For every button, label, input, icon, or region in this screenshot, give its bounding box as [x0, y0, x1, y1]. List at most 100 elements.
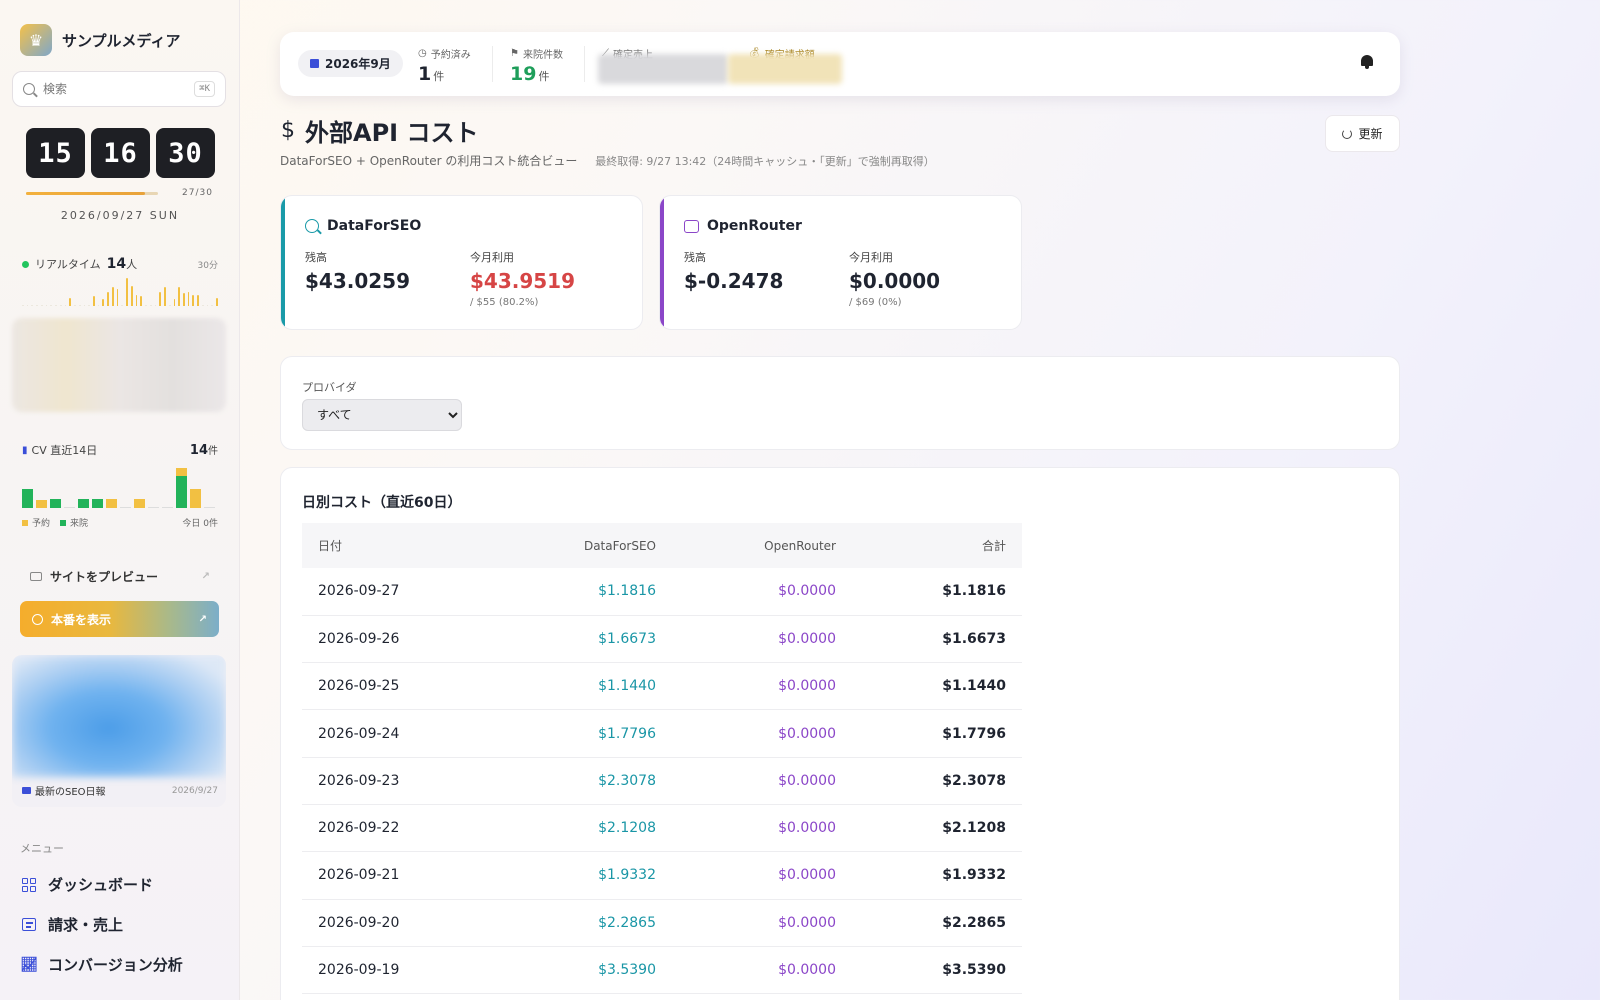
- magnifier-icon: [305, 219, 319, 233]
- calendar-icon: [310, 59, 319, 68]
- provider-card-openrouter: OpenRouter 残高 $-0.2478 今月利用 $0.0000 / $6…: [659, 195, 1022, 330]
- blurred-widget: [12, 318, 226, 412]
- seo-report-thumbnail: [12, 655, 226, 777]
- cv-day-bar: [120, 507, 131, 508]
- table-row: 2026-09-26 $1.6673 $0.0000 $1.6673: [302, 615, 1022, 664]
- site-preview-link[interactable]: サイトをプレビュー ↗: [30, 568, 210, 585]
- realtime-bar: [50, 305, 53, 306]
- dataforseo-cell: $3.5390: [492, 946, 672, 995]
- cv-day-bar: [22, 489, 33, 508]
- realtime-bar: [69, 297, 72, 306]
- seo-report-label: 最新のSEO日報: [35, 787, 106, 798]
- openrouter-cell: $0.0000: [672, 804, 852, 853]
- provider-filter-label: プロバイダ: [302, 381, 357, 394]
- menu-item-dashboard[interactable]: ダッシュボード: [22, 874, 153, 895]
- external-link-icon: ↗: [201, 571, 210, 582]
- cv-stacked-bars: [22, 462, 218, 508]
- col-openrouter[interactable]: OpenRouter: [672, 523, 852, 568]
- flag-icon: ⚑: [510, 48, 519, 59]
- total-cell: $2.1208: [852, 804, 1022, 853]
- cv-visit-segment: [78, 498, 89, 508]
- search-input[interactable]: [43, 82, 187, 96]
- flip-clock: 15 16 30: [26, 128, 215, 178]
- legend-visit-swatch: [60, 519, 67, 526]
- dataforseo-cell: $1.1440: [492, 662, 672, 711]
- clock-hours: 15: [26, 128, 85, 178]
- realtime-bar: [187, 291, 190, 306]
- realtime-window: 30分: [197, 260, 218, 271]
- openrouter-cell: $0.0000: [672, 568, 852, 616]
- page-subtitle-text: DataForSEO + OpenRouter の利用コスト統合ビュー: [280, 154, 578, 168]
- cv-count: 14件: [190, 442, 218, 458]
- menu-item-label: ダッシュボード: [48, 876, 154, 894]
- menu-item-conversion[interactable]: 📈︎ コンバージョン分析: [20, 954, 183, 975]
- seo-report-date: 2026/9/27: [171, 785, 218, 796]
- filter-card: プロバイダ すべて: [280, 356, 1400, 450]
- brand[interactable]: ♛ サンプルメディア: [20, 24, 181, 56]
- provider-filter-select[interactable]: すべて: [302, 399, 462, 431]
- view-production-button[interactable]: 本番を表示 ↗: [20, 601, 219, 637]
- realtime-bar: [173, 299, 176, 306]
- realtime-bar: [107, 291, 109, 306]
- realtime-bar: [206, 305, 209, 306]
- realtime-bar: [130, 285, 133, 306]
- bar-chart-icon: ▮: [22, 444, 28, 456]
- notification-bell-icon[interactable]: [1360, 54, 1374, 70]
- invoice-icon: [22, 918, 36, 932]
- openrouter-cell: $0.0000: [672, 899, 852, 947]
- table-row: 2026-09-20 $2.2865 $0.0000 $2.2865: [302, 899, 1022, 947]
- cv-day-bar: [190, 489, 201, 508]
- cv-header: ▮ CV 直近14日 14件: [22, 442, 218, 458]
- view-production-label: 本番を表示: [51, 612, 112, 627]
- stat-reserved-unit: 件: [433, 70, 445, 83]
- grid-icon: [22, 877, 36, 892]
- daily-cost-card: 日別コスト（直近60日） 日付 DataForSEO OpenRouter 合計…: [280, 467, 1400, 1000]
- dataforseo-cell: $1.6673: [492, 615, 672, 664]
- realtime-bar: [154, 305, 157, 306]
- search-shortcut: ⌘K: [194, 81, 215, 97]
- last-fetched: 最終取得: 9/27 13:42（24時間キャッシュ・「更新」で強制再取得）: [595, 155, 935, 168]
- dataforseo-cell: $2.3078: [492, 757, 672, 805]
- col-dataforseo[interactable]: DataForSEO: [492, 523, 672, 568]
- col-date[interactable]: 日付: [302, 523, 492, 568]
- page-title: $ 外部API コスト: [281, 113, 478, 148]
- realtime-bar: [178, 287, 180, 306]
- cv-day-bar: [176, 468, 187, 508]
- daily-cost-title: 日別コスト（直近60日）: [302, 495, 462, 511]
- clock-minutes: 16: [91, 128, 150, 178]
- total-cell: $1.1440: [852, 662, 1022, 711]
- seo-report-card[interactable]: 最新のSEO日報 2026/9/27: [12, 655, 226, 807]
- refresh-button[interactable]: 更新: [1325, 115, 1400, 152]
- menu-section-label: メニュー: [20, 842, 64, 855]
- date-cell: 2026-09-27: [302, 568, 492, 616]
- realtime-bar: [74, 305, 76, 306]
- menu-item-billing[interactable]: 請求・売上: [22, 914, 123, 935]
- month-selector[interactable]: 2026年9月: [298, 50, 403, 77]
- realtime-bar: [201, 305, 204, 306]
- col-total[interactable]: 合計: [852, 523, 1022, 568]
- newspaper-icon: [22, 787, 31, 794]
- legend-visit: 来院: [70, 519, 89, 529]
- page-subtitle: DataForSEO + OpenRouter の利用コスト統合ビュー 最終取得…: [280, 152, 935, 169]
- search-box[interactable]: ⌘K: [12, 71, 226, 107]
- external-link-icon: ↗: [198, 613, 207, 625]
- refresh-icon: [1342, 128, 1353, 139]
- balance-label: 残高: [684, 251, 706, 264]
- crown-logo-icon: ♛: [20, 24, 52, 56]
- cv-day-bar: [162, 507, 173, 508]
- realtime-header: リアルタイム 14 人 30分: [22, 256, 218, 272]
- search-icon: [23, 83, 35, 95]
- seo-report-footer: 最新のSEO日報 2026/9/27: [22, 783, 218, 798]
- date-cell: 2026-09-25: [302, 662, 492, 711]
- usage-budget: / $69 (0%): [849, 297, 902, 308]
- usage-value: $0.0000: [849, 269, 941, 293]
- dataforseo-cell: $1.1816: [492, 568, 672, 616]
- realtime-bar: [45, 305, 48, 306]
- realtime-bar: [93, 296, 95, 306]
- blurred-billing-value: [728, 54, 842, 84]
- page-title-text: 外部API コスト: [305, 119, 479, 147]
- table-row: 2026-09-24 $1.7796 $0.0000 $1.7796: [302, 709, 1022, 758]
- total-cell: $1.7796: [852, 709, 1022, 758]
- dataforseo-cell: $1.9332: [492, 851, 672, 900]
- provider-card-dataforseo: DataForSEO 残高 $43.0259 今月利用 $43.9519 / $…: [280, 195, 643, 330]
